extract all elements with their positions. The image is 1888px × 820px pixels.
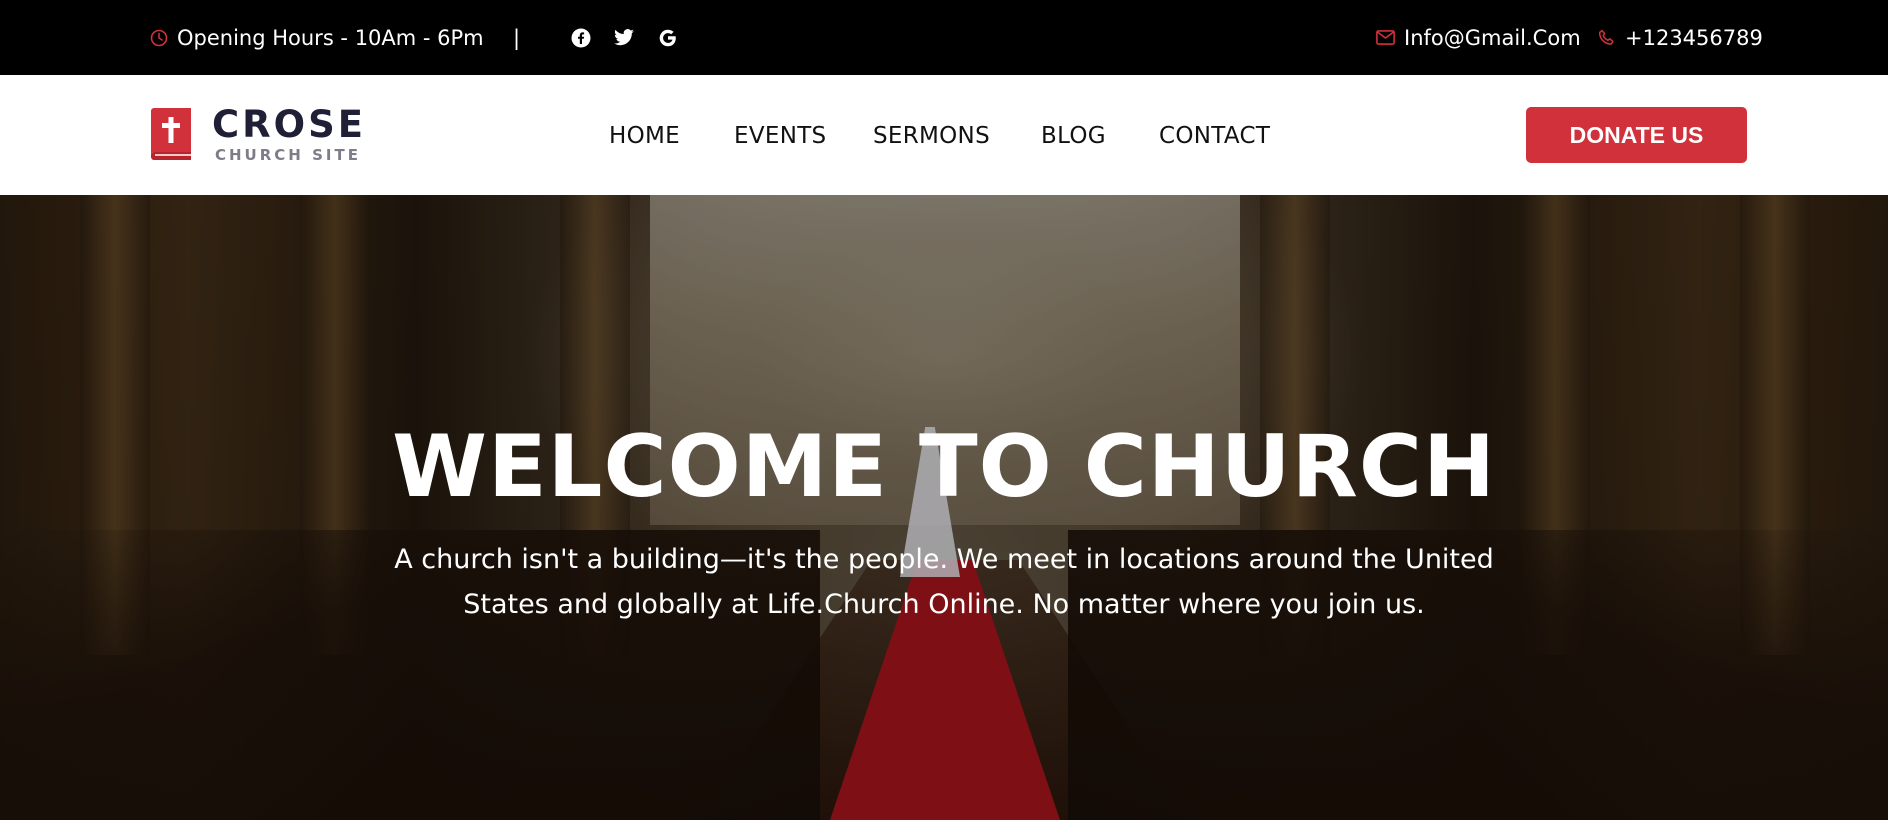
nav-contact[interactable]: CONTACT — [1159, 123, 1270, 149]
nav-events[interactable]: EVENTS — [734, 123, 826, 149]
donate-button[interactable]: DONATE US — [1526, 107, 1747, 163]
site-logo[interactable]: CROSE CHURCH SITE — [149, 103, 367, 165]
hero-description: A church isn't a building—it's the peopl… — [394, 544, 1494, 620]
bible-cross-icon — [149, 107, 193, 165]
top-bar: Opening Hours - 10Am - 6Pm | Info@Gmail.… — [0, 0, 1888, 75]
clock-icon — [150, 29, 168, 47]
twitter-icon — [613, 27, 635, 49]
hero-banner: WELCOME TO CHURCH A church isn't a build… — [0, 195, 1888, 820]
email-link[interactable]: Info@Gmail.Com — [1376, 0, 1581, 75]
brand-name: CROSE — [212, 103, 367, 146]
phone-text: +123456789 — [1625, 25, 1763, 50]
mail-icon — [1376, 30, 1395, 45]
nav-home[interactable]: HOME — [609, 123, 680, 149]
facebook-link[interactable] — [570, 0, 592, 75]
phone-icon — [1598, 29, 1616, 47]
hero-title: WELCOME TO CHURCH — [392, 417, 1496, 517]
email-text: Info@Gmail.Com — [1404, 25, 1581, 50]
nav-blog[interactable]: BLOG — [1041, 123, 1106, 149]
opening-hours-text: Opening Hours - 10Am - 6Pm — [177, 25, 484, 50]
logo-text: CROSE CHURCH SITE — [212, 103, 367, 164]
phone-link[interactable]: +123456789 — [1598, 0, 1763, 75]
facebook-icon — [570, 27, 592, 49]
opening-hours: Opening Hours - 10Am - 6Pm — [150, 0, 484, 75]
google-icon — [657, 27, 679, 49]
twitter-link[interactable] — [613, 0, 635, 75]
nav-sermons[interactable]: SERMONS — [873, 123, 990, 149]
topbar-divider: | — [513, 25, 521, 50]
google-link[interactable] — [657, 0, 679, 75]
brand-tagline: CHURCH SITE — [215, 146, 361, 164]
